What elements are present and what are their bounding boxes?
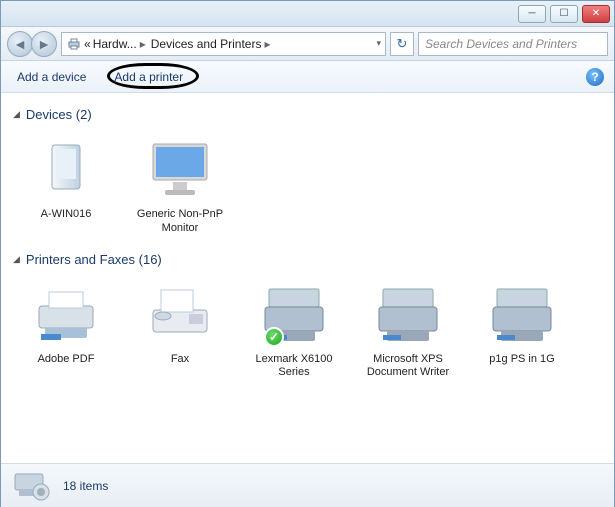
search-placeholder: Search Devices and Printers	[425, 37, 577, 51]
fax-icon	[140, 279, 220, 349]
item-label: Adobe PDF	[38, 353, 95, 367]
monitor-icon	[140, 134, 220, 204]
breadcrumb-part[interactable]: Devices and Printers	[151, 37, 262, 51]
refresh-button[interactable]: ↻	[390, 32, 414, 56]
content-area: ◢ Devices (2) A-WIN016 Generic Non-PnP M…	[1, 93, 614, 463]
title-bar: ─ ☐ ✕	[1, 1, 614, 27]
item-label: p1g PS in 1G	[489, 353, 554, 367]
forward-button[interactable]: ►	[31, 31, 57, 57]
chevron-right-icon: ▸	[137, 37, 149, 51]
printer-item[interactable]: Adobe PDF	[13, 275, 119, 385]
group-title: Printers and Faxes (16)	[26, 252, 162, 267]
help-button[interactable]: ?	[586, 68, 604, 86]
add-device-button[interactable]: Add a device	[11, 66, 92, 88]
multifunction-printer-icon	[482, 279, 562, 349]
nav-bar: ◄ ► « Hardw...▸ Devices and Printers▸ ▾ …	[1, 27, 614, 61]
maximize-button[interactable]: ☐	[550, 5, 578, 23]
status-bar: 18 items	[1, 463, 614, 507]
computer-icon	[26, 134, 106, 204]
multifunction-printer-icon: ✓	[254, 279, 334, 349]
collapse-icon: ◢	[13, 109, 20, 120]
item-label: A-WIN016	[41, 208, 92, 222]
device-item[interactable]: A-WIN016	[13, 130, 119, 240]
group-header-devices[interactable]: ◢ Devices (2)	[13, 107, 610, 122]
item-label: Fax	[171, 353, 189, 367]
breadcrumb-part[interactable]: Hardw...	[93, 37, 137, 51]
group-header-printers[interactable]: ◢ Printers and Faxes (16)	[13, 252, 610, 267]
item-label: Generic Non-PnP Monitor	[131, 208, 229, 236]
printer-item[interactable]: p1g PS in 1G	[469, 275, 575, 385]
toolbar: Add a device Add a printer ?	[1, 61, 614, 93]
search-input[interactable]: Search Devices and Printers	[418, 32, 608, 56]
multifunction-printer-icon	[368, 279, 448, 349]
status-count: 18 items	[63, 479, 108, 493]
breadcrumb-dropdown[interactable]: ▾	[374, 38, 381, 49]
item-label: Lexmark X6100 Series	[245, 353, 343, 381]
status-icon	[11, 468, 53, 504]
group-title: Devices (2)	[26, 107, 92, 122]
close-button[interactable]: ✕	[582, 5, 610, 23]
collapse-icon: ◢	[13, 254, 20, 265]
printer-icon	[26, 279, 106, 349]
printer-icon	[66, 36, 82, 52]
default-check-icon: ✓	[264, 327, 284, 347]
printer-item[interactable]: Microsoft XPS Document Writer	[355, 275, 461, 385]
breadcrumb-part[interactable]: «	[84, 37, 91, 51]
breadcrumb[interactable]: « Hardw...▸ Devices and Printers▸ ▾	[61, 32, 386, 56]
back-button[interactable]: ◄	[7, 31, 33, 57]
minimize-button[interactable]: ─	[518, 5, 546, 23]
chevron-right-icon: ▸	[261, 37, 273, 51]
item-label: Microsoft XPS Document Writer	[359, 353, 457, 381]
device-item[interactable]: Generic Non-PnP Monitor	[127, 130, 233, 240]
printer-item[interactable]: Fax	[127, 275, 233, 385]
printer-item[interactable]: ✓ Lexmark X6100 Series	[241, 275, 347, 385]
add-printer-button[interactable]: Add a printer	[108, 66, 189, 88]
